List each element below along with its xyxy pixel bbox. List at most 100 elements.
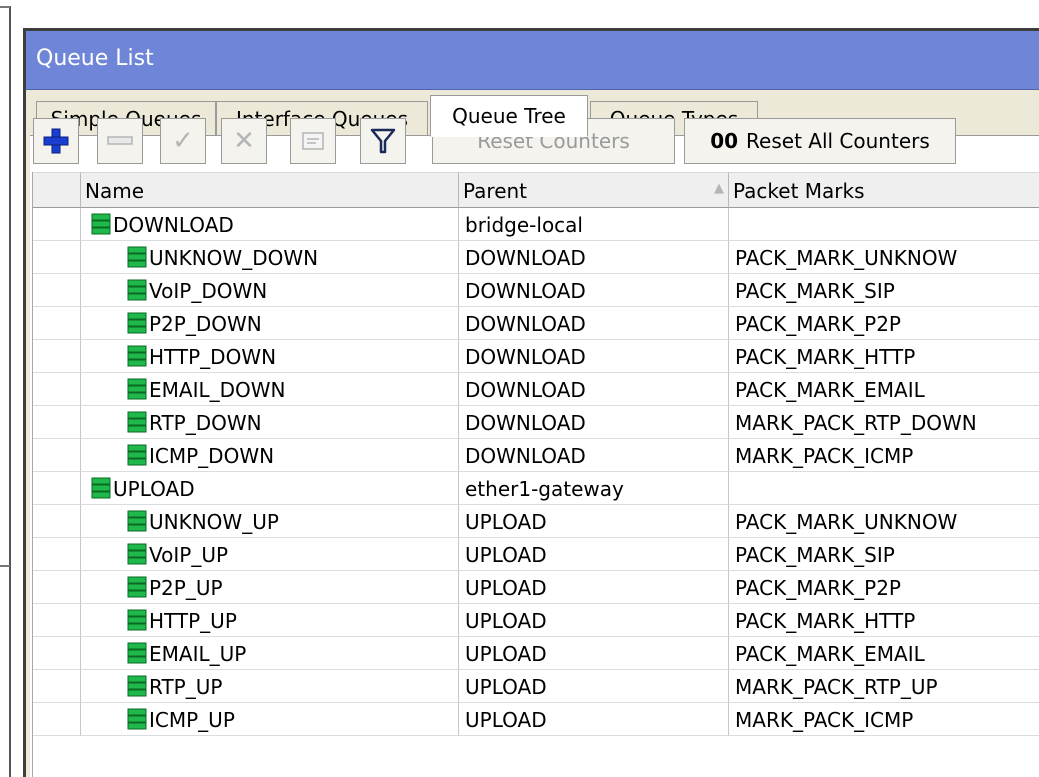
table-row[interactable]: UPLOAD ether1-gateway	[33, 472, 1039, 505]
table-row[interactable]: RTP_UP UPLOAD MARK_PACK_RTP_UP	[33, 670, 1039, 703]
queue-icon	[127, 576, 147, 598]
sort-ascending-icon: ▲	[714, 181, 724, 196]
cell-packet-marks: PACK_MARK_HTTP	[729, 604, 1039, 637]
table-row[interactable]: RTP_DOWN DOWNLOAD MARK_PACK_RTP_DOWN	[33, 406, 1039, 439]
enable-button[interactable]: ✓	[160, 118, 206, 164]
column-header-name-label: Name	[85, 179, 145, 203]
check-icon: ✓	[172, 126, 194, 156]
cell-parent: DOWNLOAD	[459, 439, 729, 472]
cell-packet-marks: PACK_MARK_P2P	[729, 571, 1039, 604]
left-edge-tick-top	[0, 6, 10, 8]
cell-packet-marks: PACK_MARK_EMAIL	[729, 373, 1039, 406]
disable-button[interactable]: ✕	[221, 118, 267, 164]
cell-parent: UPLOAD	[459, 571, 729, 604]
cell-name: EMAIL_UP	[81, 637, 459, 670]
queue-icon	[127, 411, 147, 433]
queue-tree-table: Name Parent ▲ Packet Marks DOWNLOAD bridg…	[32, 172, 1039, 777]
comment-icon	[302, 132, 324, 150]
add-button[interactable]	[33, 118, 79, 164]
queue-icon	[127, 312, 147, 334]
row-select-cell[interactable]	[33, 373, 81, 406]
queue-name: ICMP_DOWN	[149, 444, 275, 468]
row-select-cell[interactable]	[33, 604, 81, 637]
row-select-cell[interactable]	[33, 439, 81, 472]
row-select-cell[interactable]	[33, 670, 81, 703]
cell-name: P2P_DOWN	[81, 307, 459, 340]
cell-parent: UPLOAD	[459, 604, 729, 637]
row-select-cell[interactable]	[33, 505, 81, 538]
queue-name: P2P_UP	[149, 576, 223, 600]
cell-parent: bridge-local	[459, 208, 729, 241]
table-row[interactable]: UNKNOW_DOWN DOWNLOAD PACK_MARK_UNKNOW	[33, 241, 1039, 274]
table-row[interactable]: EMAIL_DOWN DOWNLOAD PACK_MARK_EMAIL	[33, 373, 1039, 406]
cell-name: VoIP_DOWN	[81, 274, 459, 307]
table-row[interactable]: ICMP_DOWN DOWNLOAD MARK_PACK_ICMP	[33, 439, 1039, 472]
table-row[interactable]: DOWNLOAD bridge-local	[33, 208, 1039, 241]
row-select-cell[interactable]	[33, 208, 81, 241]
cell-packet-marks: MARK_PACK_ICMP	[729, 439, 1039, 472]
reset-all-counters-button[interactable]: 00 Reset All Counters	[684, 118, 956, 164]
filter-button[interactable]	[360, 118, 406, 164]
row-select-cell[interactable]	[33, 274, 81, 307]
cell-parent: DOWNLOAD	[459, 307, 729, 340]
minus-icon	[107, 136, 133, 145]
cell-name: RTP_DOWN	[81, 406, 459, 439]
column-header-packet-marks[interactable]: Packet Marks	[729, 172, 1039, 208]
row-select-cell[interactable]	[33, 472, 81, 505]
row-select-cell[interactable]	[33, 637, 81, 670]
table-row[interactable]: ICMP_UP UPLOAD MARK_PACK_ICMP	[33, 703, 1039, 736]
queue-name: EMAIL_DOWN	[149, 378, 286, 402]
cell-name: ICMP_UP	[81, 703, 459, 736]
queue-name: VoIP_DOWN	[149, 279, 268, 303]
cell-parent: DOWNLOAD	[459, 274, 729, 307]
row-select-cell[interactable]	[33, 340, 81, 373]
comment-button[interactable]	[290, 118, 336, 164]
column-header-parent-label: Parent	[463, 179, 528, 203]
cell-packet-marks: PACK_MARK_UNKNOW	[729, 505, 1039, 538]
row-select-cell[interactable]	[33, 703, 81, 736]
queue-icon	[127, 279, 147, 301]
cell-name: HTTP_DOWN	[81, 340, 459, 373]
table-row[interactable]: P2P_DOWN DOWNLOAD PACK_MARK_P2P	[33, 307, 1039, 340]
cell-name: ICMP_DOWN	[81, 439, 459, 472]
cell-parent: UPLOAD	[459, 505, 729, 538]
cell-name: HTTP_UP	[81, 604, 459, 637]
row-select-cell[interactable]	[33, 538, 81, 571]
table-row[interactable]: EMAIL_UP UPLOAD PACK_MARK_EMAIL	[33, 637, 1039, 670]
column-header-name[interactable]: Name	[81, 172, 459, 208]
queue-icon	[127, 510, 147, 532]
table-row[interactable]: HTTP_DOWN DOWNLOAD PACK_MARK_HTTP	[33, 340, 1039, 373]
reset-all-counters-prefix: 00	[710, 129, 739, 153]
cell-name: DOWNLOAD	[81, 208, 459, 241]
cell-name: UNKNOW_DOWN	[81, 241, 459, 274]
cell-parent: DOWNLOAD	[459, 373, 729, 406]
cell-parent: DOWNLOAD	[459, 406, 729, 439]
queue-icon	[91, 213, 111, 235]
window-titlebar[interactable]: Queue List	[26, 31, 1039, 90]
table-row[interactable]: VoIP_DOWN DOWNLOAD PACK_MARK_SIP	[33, 274, 1039, 307]
queue-icon	[127, 543, 147, 565]
cell-packet-marks: PACK_MARK_HTTP	[729, 340, 1039, 373]
queue-icon	[127, 708, 147, 730]
cross-icon: ✕	[233, 126, 255, 156]
queue-name: DOWNLOAD	[113, 213, 234, 237]
left-edge-bracket	[9, 6, 11, 777]
filter-icon	[370, 128, 396, 154]
cell-parent: ether1-gateway	[459, 472, 729, 505]
table-row[interactable]: P2P_UP UPLOAD PACK_MARK_P2P	[33, 571, 1039, 604]
table-row[interactable]: UNKNOW_UP UPLOAD PACK_MARK_UNKNOW	[33, 505, 1039, 538]
queue-icon	[127, 378, 147, 400]
queue-name: RTP_UP	[149, 675, 223, 699]
column-header-select[interactable]	[33, 172, 81, 208]
row-select-cell[interactable]	[33, 241, 81, 274]
queue-name: P2P_DOWN	[149, 312, 262, 336]
table-row[interactable]: HTTP_UP UPLOAD PACK_MARK_HTTP	[33, 604, 1039, 637]
column-header-parent[interactable]: Parent ▲	[459, 172, 729, 208]
row-select-cell[interactable]	[33, 571, 81, 604]
table-row[interactable]: VoIP_UP UPLOAD PACK_MARK_SIP	[33, 538, 1039, 571]
tab-queue-tree[interactable]: Queue Tree	[430, 95, 588, 137]
row-select-cell[interactable]	[33, 406, 81, 439]
queue-name: UNKNOW_DOWN	[149, 246, 319, 270]
row-select-cell[interactable]	[33, 307, 81, 340]
remove-button[interactable]	[97, 118, 143, 164]
